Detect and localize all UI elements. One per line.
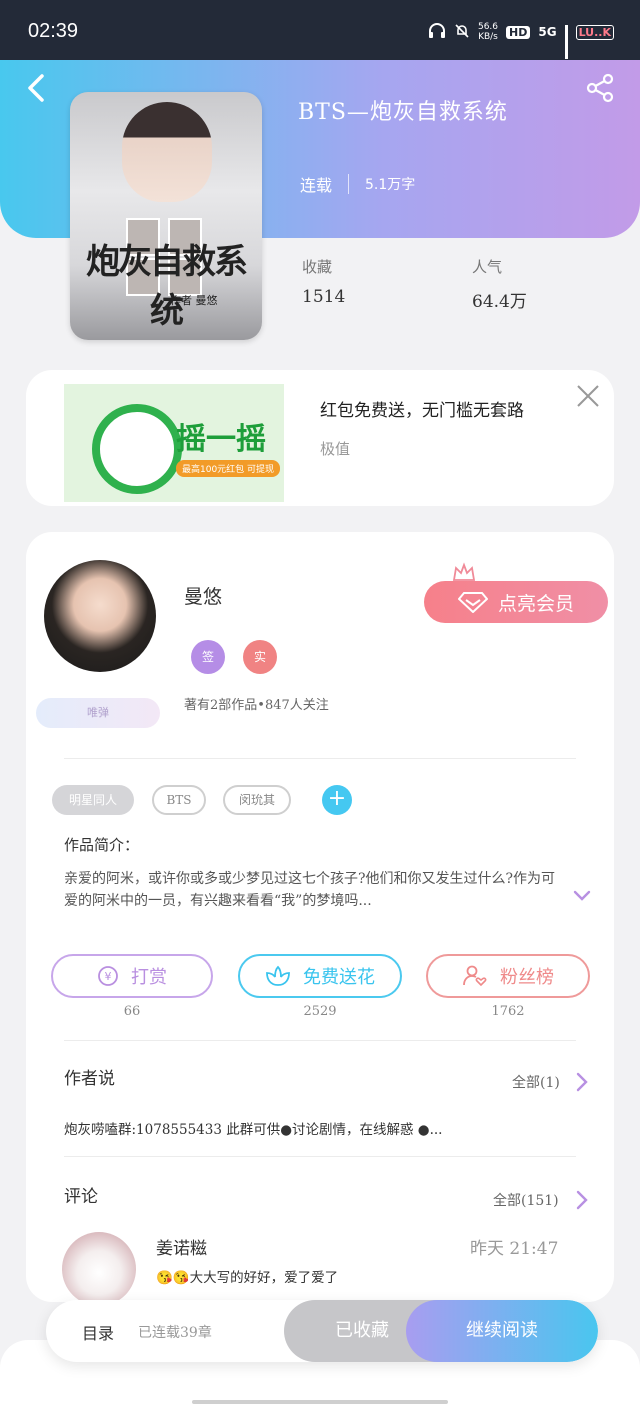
tag-chip[interactable]: BTS: [152, 785, 206, 815]
hd-badge: HD: [506, 25, 531, 39]
add-tag-button[interactable]: +: [322, 785, 352, 815]
stat-label: 收藏: [302, 258, 333, 276]
ad-close-button[interactable]: [574, 382, 602, 410]
fan-count: 1762: [491, 1004, 525, 1019]
back-button[interactable]: [24, 72, 52, 104]
author-says-all-link[interactable]: 全部(1): [512, 1072, 560, 1092]
send-flower-button[interactable]: 免费送花: [238, 954, 402, 998]
author-meta: 著有2部作品•847人关注: [184, 698, 329, 713]
author-avatar[interactable]: [44, 560, 156, 672]
continue-reading-button[interactable]: 继续阅读: [406, 1300, 598, 1362]
stat-value: 64.4万: [472, 292, 527, 312]
bottom-action-bar: 目录 已连载39章 已收藏 继续阅读: [46, 1300, 598, 1362]
ad-image-pill: 最高100元红包 可提现: [176, 460, 281, 477]
chevron-down-icon[interactable]: [572, 886, 592, 906]
toc-button[interactable]: 目录: [82, 1320, 114, 1344]
chapter-count: 已连载39章: [138, 1325, 212, 1341]
status-icons: 56.6 KB/s HD 5G LU..K: [428, 22, 614, 59]
fan-ranking-label: 粉丝榜: [500, 967, 554, 988]
ad-image-text: 摇一摇: [176, 422, 266, 457]
vip-button[interactable]: 点亮会员: [424, 581, 608, 623]
book-cover[interactable]: 作者 曼悠 炮灰自救系统: [70, 92, 262, 340]
favorited-label: 已收藏: [335, 1320, 389, 1341]
comment-time: 昨天 21:47: [470, 1239, 559, 1259]
intro-heading: 作品简介：: [64, 836, 140, 854]
chevron-right-icon[interactable]: [572, 1190, 592, 1210]
divider: [64, 758, 576, 759]
stat-favorites: 收藏 1514: [302, 256, 345, 307]
battery-icon: LU..K: [575, 24, 614, 40]
net-speed-unit: KB/s: [478, 32, 498, 42]
status-time: 02:39: [28, 20, 79, 42]
author-says-heading: 作者说: [64, 1069, 115, 1089]
tag-chip[interactable]: 明星同人: [52, 785, 134, 815]
word-count: 5.1万字: [365, 177, 416, 193]
serial-status: 连载: [300, 176, 333, 195]
comments-all-link[interactable]: 全部(151): [493, 1190, 559, 1210]
divider: [64, 1040, 576, 1041]
stat-value: 1514: [302, 287, 346, 307]
ad-source: 极值: [320, 440, 351, 458]
share-icon: [586, 73, 614, 103]
comments-heading: 评论: [64, 1187, 98, 1207]
comment-user[interactable]: 姜诺糍: [156, 1234, 207, 1259]
net-speed-value: 56.6: [477, 22, 499, 32]
net-speed: 56.6 KB/s: [478, 22, 498, 42]
send-flower-label: 免费送花: [303, 967, 375, 988]
svg-text:¥: ¥: [105, 970, 112, 983]
author-says-text: 炮灰唠嗑群:1078555433 此群可供●讨论剧情，在线解惑 ●...: [64, 1122, 443, 1138]
flower-count: 2529: [303, 1004, 337, 1019]
tip-label: 打赏: [131, 967, 167, 988]
tag-chip[interactable]: 闵玧其: [223, 785, 291, 815]
author-name[interactable]: 曼悠: [184, 582, 222, 609]
user-heart-icon: [463, 965, 487, 987]
plus-icon: +: [327, 786, 347, 811]
cover-title: 炮灰自救系统: [86, 242, 248, 331]
comment-avatar[interactable]: [62, 1232, 136, 1306]
intro-text: 亲爱的阿米，或许你或多或少梦见过这七个孩子?他们和你又发生过什么?作为可爱的阿米…: [64, 871, 556, 909]
cover-portrait: [122, 102, 212, 202]
home-indicator[interactable]: [192, 1400, 448, 1404]
vip-label: 点亮会员: [497, 592, 574, 615]
stat-label: 人气: [472, 258, 503, 276]
divider: [348, 174, 350, 194]
flower-icon: [266, 965, 290, 986]
verified-badge: 实: [243, 640, 277, 674]
stat-popularity: 人气 64.4万: [472, 256, 527, 312]
comment-text: 😘😘大大写的好好，爱了爱了: [156, 1270, 339, 1286]
tip-button[interactable]: ¥ 打赏: [51, 954, 213, 998]
ad-title[interactable]: 红包免费送，无门槛无套路: [320, 396, 524, 421]
yen-coin-icon: ¥: [98, 966, 118, 986]
status-bar: 02:39 56.6 KB/s HD 5G LU..K: [0, 0, 640, 60]
close-icon: [577, 385, 599, 407]
divider: [64, 1156, 576, 1157]
ad-wheel: [92, 404, 182, 494]
crown-icon: [452, 562, 476, 581]
book-title: BTS—炮灰自救系统: [298, 100, 508, 125]
network-type: 5G: [538, 25, 557, 39]
chevron-right-icon[interactable]: [572, 1072, 592, 1092]
sign-badge: 签: [191, 640, 225, 674]
tip-count: 66: [123, 1004, 141, 1019]
book-meta: 连载 5.1万字: [300, 172, 415, 196]
signal-icon: [564, 25, 568, 59]
ad-image[interactable]: 摇一摇 最高100元红包 可提现: [64, 384, 284, 502]
fan-badge: 唯弹: [36, 698, 160, 728]
fan-ranking-button[interactable]: 粉丝榜: [426, 954, 590, 998]
headphones-icon: [428, 22, 446, 42]
chevron-left-icon: [28, 74, 44, 102]
share-button[interactable]: [584, 72, 616, 104]
mute-bell-icon: [454, 23, 470, 42]
diamond-icon: [457, 592, 488, 613]
